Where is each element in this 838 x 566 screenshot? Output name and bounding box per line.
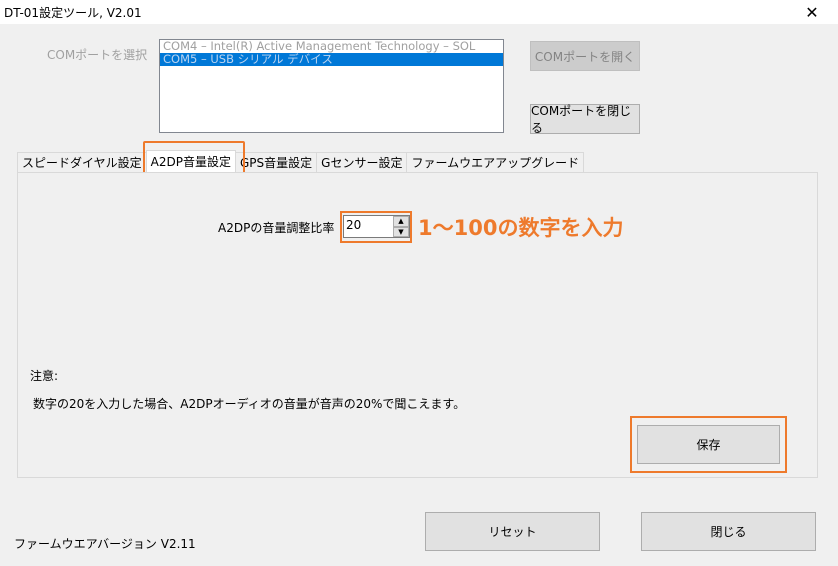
window-title: DT-01設定ツール, V2.01 — [4, 6, 142, 20]
tab-a2dp-volume[interactable]: A2DP音量設定 — [145, 150, 236, 172]
com-port-item-com5[interactable]: COM5 – USB シリアル デバイス — [160, 53, 503, 66]
note-text: 数字の20を入力した場合、A2DPオーディオの音量が音声の20%で聞こえます。 — [33, 397, 466, 411]
tab-g-sensor[interactable]: Gセンサー設定 — [316, 152, 408, 172]
firmware-version: ファームウエアバージョン V2.11 — [14, 537, 196, 551]
a2dp-ratio-label: A2DPの音量調整比率 — [218, 221, 335, 235]
reset-button[interactable]: リセット — [425, 512, 600, 551]
tab-firmware-upgrade[interactable]: ファームウエアアップグレード — [406, 152, 585, 172]
open-com-port-button[interactable]: COMポートを開く — [530, 41, 640, 71]
input-highlight-box — [340, 211, 412, 243]
tab-gps-volume[interactable]: GPS音量設定 — [234, 152, 318, 172]
tab-speed-dial[interactable]: スピードダイヤル設定 — [17, 152, 147, 172]
close-com-port-button[interactable]: COMポートを閉じる — [530, 104, 640, 135]
note-title: 注意: — [30, 369, 59, 383]
save-highlight-box — [630, 416, 787, 473]
close-icon[interactable]: ✕ — [792, 0, 832, 24]
com-port-label: COMポートを選択 — [47, 48, 148, 62]
com-port-list[interactable]: COM4 – Intel(R) Active Management Techno… — [159, 39, 504, 133]
settings-tabs: スピードダイヤル設定 A2DP音量設定 GPS音量設定 Gセンサー設定 ファーム… — [17, 150, 585, 173]
exit-button[interactable]: 閉じる — [641, 512, 816, 551]
range-annotation: 1〜100の数字を入力 — [418, 216, 624, 240]
